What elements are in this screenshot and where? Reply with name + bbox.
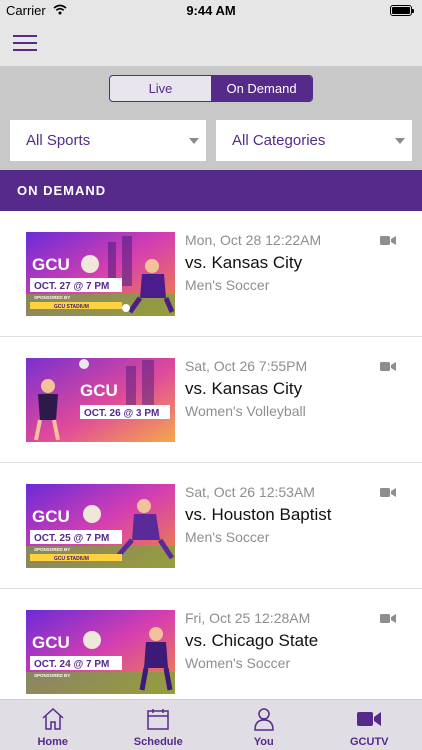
event-thumbnail[interactable]: GCU OCT. 24 @ 7 PM SPONSORED BY — [26, 610, 175, 694]
status-bar: Carrier 9:44 AM — [0, 0, 422, 22]
sports-dropdown[interactable]: All Sports — [10, 120, 206, 161]
thumbnail-brand: GCU — [80, 381, 118, 400]
event-thumbnail[interactable]: GCU OCT. 26 @ 3 PM — [26, 358, 175, 442]
video-camera-icon — [357, 712, 382, 726]
battery-icon — [390, 5, 414, 16]
event-sport: Men's Soccer — [185, 529, 270, 545]
thumbnail-date: OCT. 26 @ 3 PM — [84, 408, 159, 419]
event-date: Fri, Oct 25 12:28AM — [185, 610, 311, 626]
segment-on-demand[interactable]: On Demand — [211, 76, 312, 101]
on-demand-list[interactable]: GCU OCT. 27 @ 7 PM SPONSORED BY GCU STAD… — [0, 211, 422, 699]
navigation-bar — [0, 22, 422, 66]
chevron-down-icon — [395, 138, 405, 144]
thumbnail-venue: GCU STADIUM — [54, 304, 89, 310]
tab-label: Schedule — [133, 736, 183, 748]
event-title[interactable]: vs. Kansas City — [185, 379, 302, 399]
thumbnail-sponsor: SPONSORED BY — [34, 673, 70, 678]
tab-you[interactable]: You — [211, 700, 317, 750]
event-date: Sat, Oct 26 7:55PM — [185, 358, 308, 374]
event-thumbnail[interactable]: GCU OCT. 27 @ 7 PM SPONSORED BY GCU STAD… — [26, 232, 175, 316]
list-item[interactable]: GCU OCT. 24 @ 7 PM SPONSORED BY Fri, Oct… — [0, 589, 422, 699]
video-camera-icon — [380, 488, 396, 497]
event-date: Sat, Oct 26 12:53AM — [185, 484, 315, 500]
hamburger-menu-icon[interactable] — [13, 35, 37, 52]
thumbnail-sponsor: SPONSORED BY — [34, 547, 70, 552]
thumbnail-date: OCT. 25 @ 7 PM — [34, 533, 109, 544]
categories-dropdown-value: All Categories — [232, 132, 326, 149]
video-camera-icon — [380, 614, 396, 623]
categories-dropdown[interactable]: All Categories — [216, 120, 412, 161]
event-sport: Women's Soccer — [185, 655, 291, 671]
thumbnail-date: OCT. 24 @ 7 PM — [34, 659, 109, 670]
tab-label: GCUTV — [350, 736, 389, 748]
event-sport: Men's Soccer — [185, 277, 270, 293]
event-date: Mon, Oct 28 12:22AM — [185, 232, 322, 248]
sports-dropdown-value: All Sports — [26, 132, 91, 149]
thumbnail-brand: GCU — [32, 255, 70, 274]
event-thumbnail[interactable]: GCU OCT. 25 @ 7 PM SPONSORED BY GCU STAD… — [26, 484, 175, 568]
video-camera-icon — [380, 236, 396, 245]
event-sport: Women's Volleyball — [185, 403, 306, 419]
tab-schedule[interactable]: Schedule — [106, 700, 212, 750]
thumbnail-brand: GCU — [32, 507, 70, 526]
event-title[interactable]: vs. Chicago State — [185, 631, 318, 651]
clock: 9:44 AM — [186, 3, 236, 18]
tab-home[interactable]: Home — [0, 700, 106, 750]
filter-controls: Live On Demand All Sports All Categories — [0, 66, 422, 170]
home-icon — [42, 707, 64, 730]
section-title: ON DEMAND — [0, 170, 422, 211]
thumbnail-sponsor: SPONSORED BY — [34, 295, 70, 300]
tab-label: Home — [37, 736, 69, 748]
tab-label: You — [253, 736, 274, 748]
list-item[interactable]: GCU OCT. 27 @ 7 PM SPONSORED BY GCU STAD… — [0, 211, 422, 337]
person-icon — [253, 708, 274, 731]
tab-bar: Home Schedule You GCUTV — [0, 699, 422, 750]
event-title[interactable]: vs. Houston Baptist — [185, 505, 331, 525]
calendar-icon — [147, 709, 169, 730]
video-camera-icon — [380, 362, 396, 371]
segment-live[interactable]: Live — [110, 76, 211, 101]
list-item[interactable]: GCU OCT. 25 @ 7 PM SPONSORED BY GCU STAD… — [0, 463, 422, 589]
list-item[interactable]: GCU OCT. 26 @ 3 PM Sat, Oct 26 7:55PM vs… — [0, 337, 422, 463]
live-on-demand-toggle[interactable]: Live On Demand — [109, 75, 313, 102]
chevron-down-icon — [189, 138, 199, 144]
tab-gcutv[interactable]: GCUTV — [317, 700, 422, 750]
thumbnail-date: OCT. 27 @ 7 PM — [34, 281, 109, 292]
thumbnail-venue: GCU STADIUM — [54, 556, 89, 562]
event-title[interactable]: vs. Kansas City — [185, 253, 302, 273]
thumbnail-brand: GCU — [32, 633, 70, 652]
